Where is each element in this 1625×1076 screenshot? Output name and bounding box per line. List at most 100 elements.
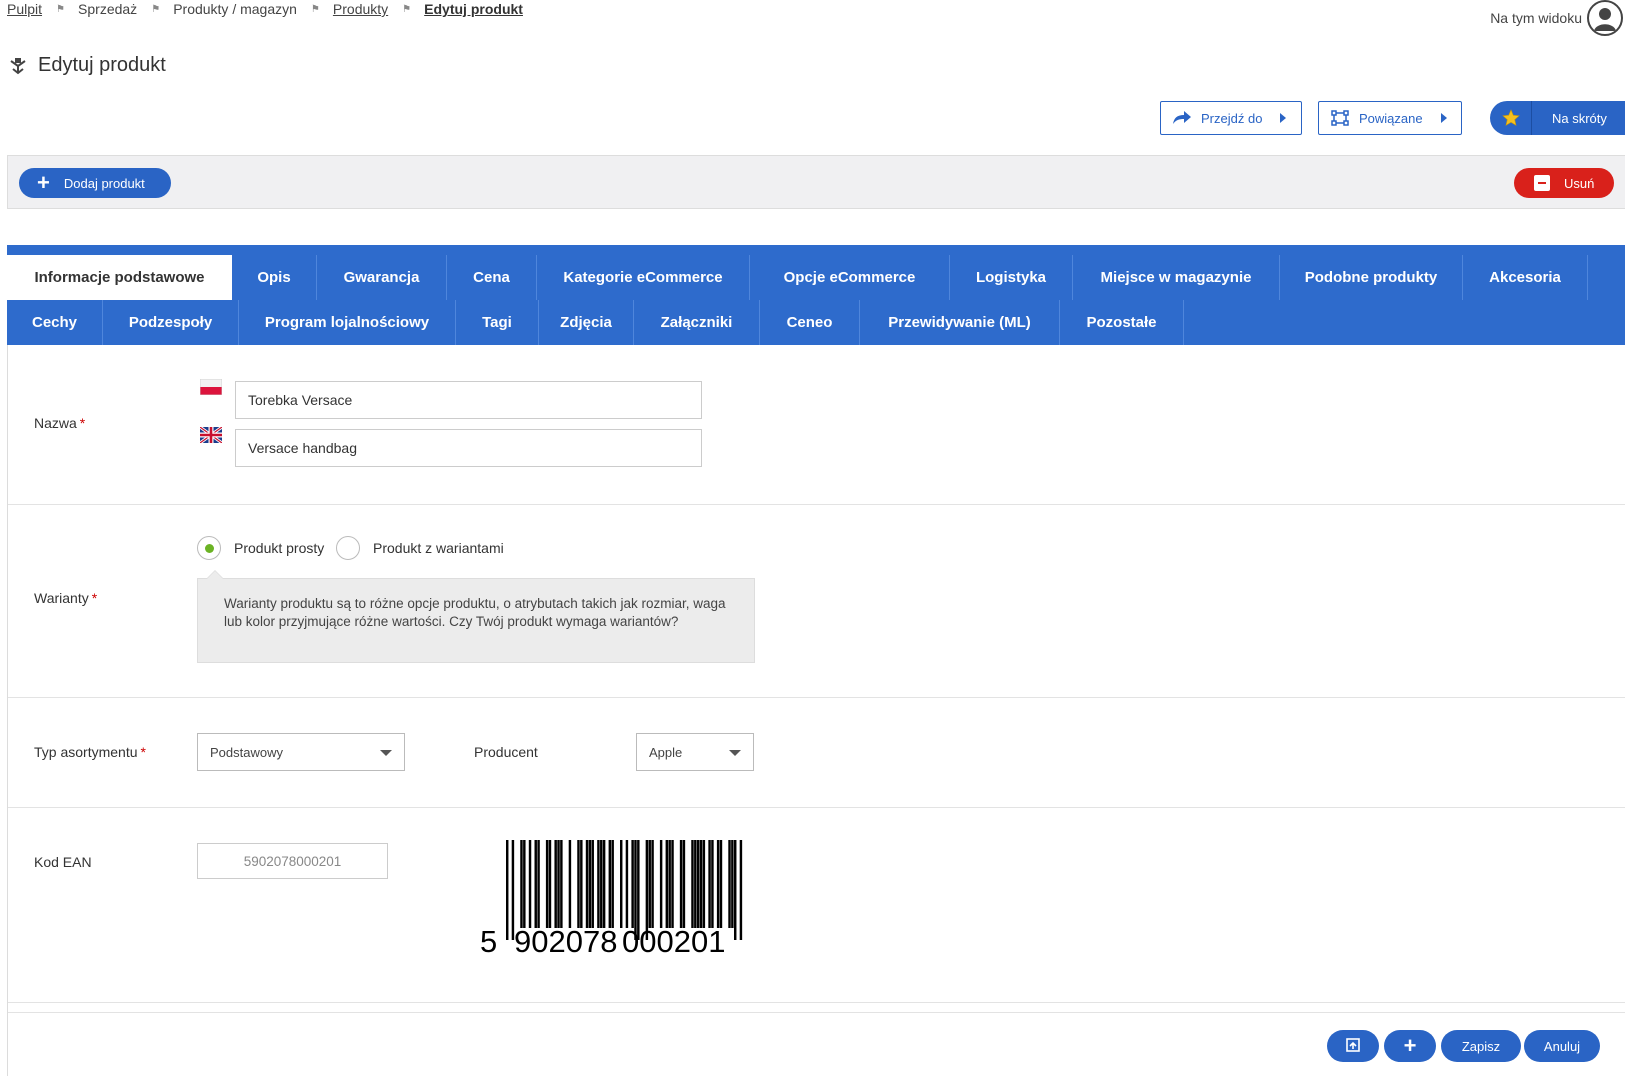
tab-kategorie-ecommerce[interactable]: Kategorie eCommerce — [537, 255, 750, 300]
assortment-label: Typ asortymentu * — [34, 744, 146, 760]
tab-przewidywanie-ml[interactable]: Przewidywanie (ML) — [860, 300, 1060, 345]
ean-section: Kod EAN 5902078000201 — [8, 808, 1625, 1003]
variants-hint: Warianty produktu są to różne opcje prod… — [197, 570, 755, 663]
ean-barcode: 5 902078 000201 — [480, 840, 743, 955]
plus-icon: + — [1403, 1033, 1417, 1058]
user-avatar-icon[interactable] — [1587, 0, 1623, 36]
barcode-bar — [537, 840, 540, 928]
tab-pozostale[interactable]: Pozostałe — [1060, 300, 1184, 345]
barcode-bar — [719, 840, 723, 928]
producer-select[interactable]: Apple — [636, 733, 754, 771]
save-add-button[interactable]: + — [1384, 1030, 1436, 1062]
barcode-bar — [557, 840, 560, 928]
radio-variant-product-label[interactable]: Produkt z wariantami — [373, 540, 504, 556]
barcode-bar — [506, 840, 509, 940]
tab-informacje-podstawowe[interactable]: Informacje podstawowe — [7, 255, 232, 300]
barcode-bar — [671, 840, 674, 928]
ean-input[interactable]: 5902078000201 — [197, 843, 388, 879]
name-en-input[interactable]: Versace handbag — [235, 429, 702, 467]
barcode-bar — [545, 840, 549, 928]
barcode-bar — [716, 840, 720, 928]
barcode-bar — [588, 840, 592, 928]
barcode-bar — [739, 840, 743, 940]
barcode-bar — [591, 840, 594, 928]
barcode-bar — [520, 840, 523, 928]
user-area[interactable]: Na tym widoku — [1490, 0, 1623, 36]
breadcrumb-pulpit[interactable]: Pulpit — [7, 1, 42, 17]
barcode-bar — [554, 840, 557, 928]
tab-gwarancja[interactable]: Gwarancja — [317, 255, 447, 300]
tab-tagi[interactable]: Tagi — [456, 300, 539, 345]
name-pl-input[interactable]: Torebka Versace — [235, 381, 702, 419]
barcode-bar — [711, 840, 714, 928]
tab-miejsce-w-magazynie[interactable]: Miejsce w magazynie — [1073, 255, 1280, 300]
tab-opis[interactable]: Opis — [232, 255, 317, 300]
barcode-bar — [580, 840, 583, 928]
barcode-bar — [691, 840, 694, 928]
delete-button[interactable]: Usuń — [1514, 168, 1614, 198]
barcode-bar — [679, 840, 683, 928]
barcode-bar — [651, 840, 654, 928]
tab-cechy[interactable]: Cechy — [7, 300, 103, 345]
ean-label: Kod EAN — [34, 854, 92, 870]
tab-podzespoly[interactable]: Podzespoły — [103, 300, 239, 345]
save-return-icon — [1346, 1037, 1360, 1055]
breadcrumb-edytuj-produkt[interactable]: Edytuj produkt — [424, 1, 523, 17]
barcode-left-digits: 902078 — [514, 924, 617, 955]
barcode-bar — [694, 840, 697, 928]
save-return-button[interactable] — [1327, 1030, 1379, 1062]
barcode-bar — [577, 840, 580, 928]
tab-podobne-produkty[interactable]: Podobne produkty — [1280, 255, 1463, 300]
barcode-bar — [648, 840, 651, 928]
uk-flag-icon — [199, 425, 223, 445]
breadcrumb-produkty-magazyn: Produkty / magazyn — [173, 1, 297, 17]
flag-separator-icon: ⚑ — [151, 3, 161, 15]
tab-bar: Informacje podstawowe Opis Gwarancja Cen… — [7, 245, 1625, 345]
star-icon — [1490, 101, 1532, 135]
tab-logistyka[interactable]: Logistyka — [950, 255, 1073, 300]
add-product-button[interactable]: + Dodaj produkt — [19, 168, 171, 198]
goto-button[interactable]: Przejdź do — [1160, 101, 1302, 135]
barcode-bar — [597, 840, 600, 928]
barcode-bar — [600, 840, 603, 928]
barcode-right-digits: 000201 — [622, 924, 725, 955]
producer-label: Producent — [474, 744, 538, 760]
breadcrumb-produkty[interactable]: Produkty — [333, 1, 388, 17]
barcode-bar — [625, 840, 629, 928]
radio-simple-product-label[interactable]: Produkt prosty — [234, 540, 324, 556]
barcode-bar — [608, 840, 612, 928]
tab-zdjecia[interactable]: Zdjęcia — [539, 300, 634, 345]
add-product-label: Dodaj produkt — [63, 175, 145, 191]
tab-opcje-ecommerce[interactable]: Opcje eCommerce — [750, 255, 950, 300]
barcode-bar — [696, 840, 700, 928]
cancel-button[interactable]: Anuluj — [1524, 1030, 1600, 1062]
save-button[interactable]: Zapisz — [1441, 1030, 1521, 1062]
goto-label: Przejdź do — [1201, 110, 1263, 126]
minus-icon — [1534, 175, 1550, 191]
tab-cena[interactable]: Cena — [447, 255, 537, 300]
barcode-bar — [668, 840, 671, 928]
assortment-select[interactable]: Podstawowy — [197, 733, 405, 771]
action-bar: + Dodaj produkt Usuń — [7, 155, 1625, 209]
form-divider — [8, 1003, 1625, 1013]
name-section: Nazwa * Torebka Versace Versace handbag — [8, 345, 1625, 505]
barcode-bar — [548, 840, 552, 928]
name-label: Nazwa * — [34, 415, 86, 431]
related-nodes-icon — [1331, 110, 1349, 126]
dropdown-arrow-icon — [380, 750, 392, 756]
related-button[interactable]: Powiązane — [1318, 101, 1462, 135]
barcode-bar — [568, 840, 572, 928]
poland-flag-icon — [199, 378, 223, 396]
tab-ceneo[interactable]: Ceneo — [760, 300, 860, 345]
tab-program-lojalnosciowy[interactable]: Program lojalnościowy — [239, 300, 456, 345]
form: Nazwa * Torebka Versace Versace handbag W… — [7, 345, 1625, 1076]
radio-variant-product[interactable] — [336, 536, 360, 560]
breadcrumb-sprzedaz: Sprzedaż — [78, 1, 138, 17]
plus-icon: + — [37, 170, 50, 195]
tab-akcesoria[interactable]: Akcesoria — [1463, 255, 1588, 300]
tab-zalaczniki[interactable]: Załączniki — [634, 300, 760, 345]
shortcuts-button[interactable]: Na skróty — [1490, 101, 1625, 135]
radio-simple-product[interactable] — [197, 536, 221, 560]
related-label: Powiązane — [1359, 110, 1423, 126]
share-arrow-icon — [1173, 111, 1191, 125]
